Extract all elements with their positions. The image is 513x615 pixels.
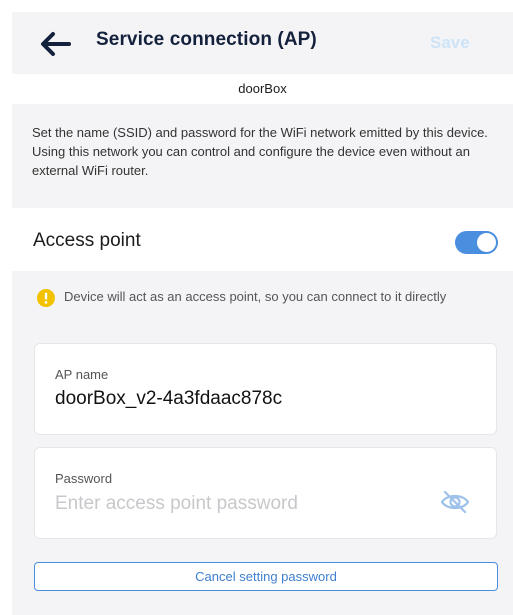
- ap-name-field[interactable]: AP name doorBox_v2-4a3fdaac878c: [34, 343, 497, 435]
- toggle-knob: [477, 233, 496, 252]
- back-button[interactable]: [38, 30, 72, 58]
- cancel-setting-password-button[interactable]: Cancel setting password: [34, 562, 498, 591]
- device-name: doorBox: [12, 74, 513, 104]
- description-text: Set the name (SSID) and password for the…: [32, 125, 488, 178]
- toggle-password-visibility-button[interactable]: [439, 488, 471, 516]
- description-section: Set the name (SSID) and password for the…: [12, 104, 513, 208]
- password-input[interactable]: [53, 490, 433, 518]
- info-message: Device will act as an access point, so y…: [64, 289, 447, 304]
- eye-off-icon: [440, 490, 470, 514]
- ap-settings-section: Device will act as an access point, so y…: [12, 271, 513, 615]
- ap-name-label: AP name: [55, 367, 109, 382]
- access-point-row: Access point: [12, 208, 513, 271]
- password-field[interactable]: Password: [34, 447, 497, 539]
- page-title: Service connection (AP): [96, 29, 317, 50]
- warning-icon: [37, 289, 55, 307]
- app-header: Service connection (AP) Save: [12, 12, 513, 74]
- arrow-left-icon: [41, 32, 71, 56]
- ap-name-value[interactable]: doorBox_v2-4a3fdaac878c: [55, 388, 282, 410]
- access-point-label: Access point: [33, 230, 141, 251]
- save-button[interactable]: Save: [430, 33, 470, 53]
- password-label: Password: [55, 471, 113, 486]
- access-point-toggle[interactable]: [455, 231, 498, 254]
